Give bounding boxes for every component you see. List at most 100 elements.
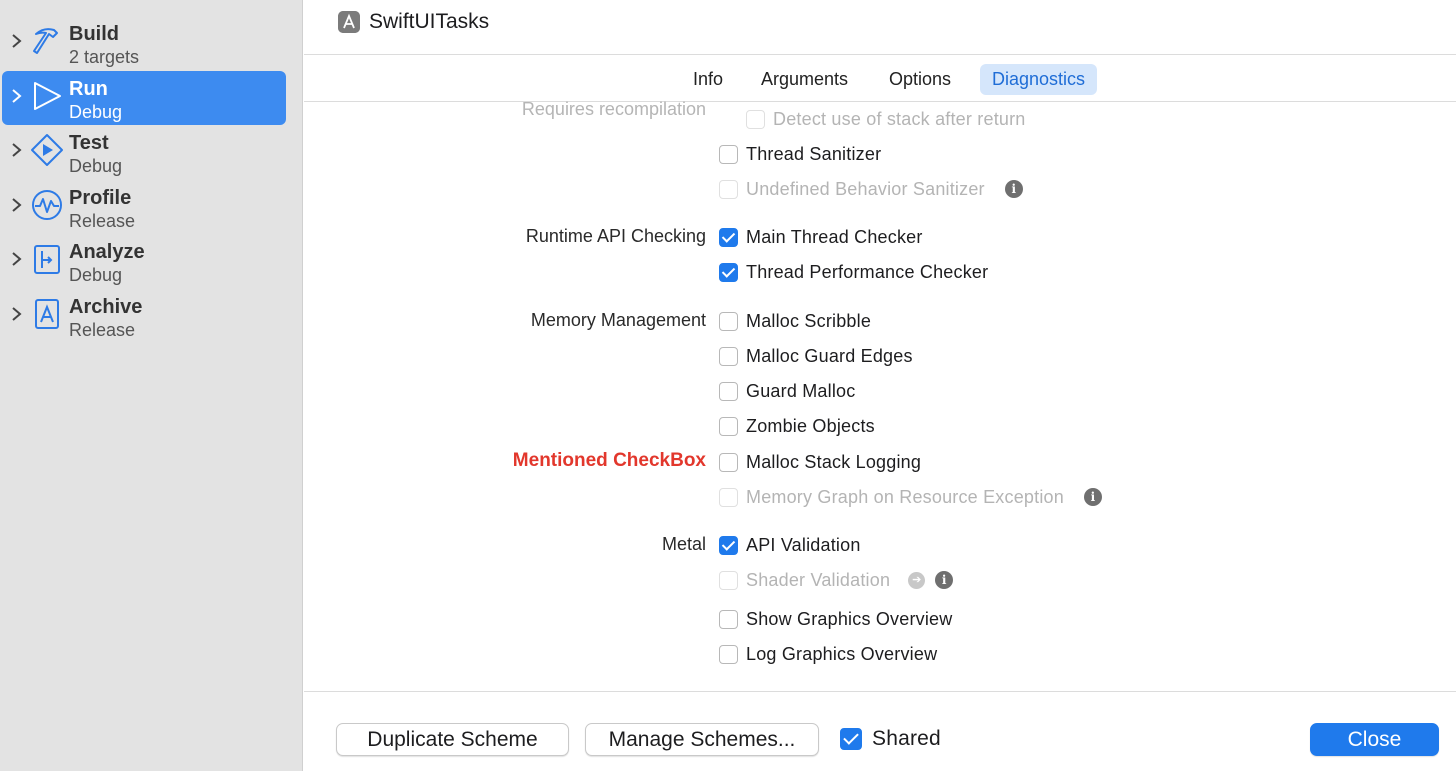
play-outline-icon xyxy=(34,82,61,110)
undefined-behavior-sanitizer-checkbox xyxy=(719,179,738,199)
malloc-guard-edges-checkbox[interactable] xyxy=(719,346,738,366)
detect-stack-after-return-row: Detect use of stack after return xyxy=(746,107,1026,131)
runtime-api-checking-label: Runtime API Checking xyxy=(525,226,706,246)
analyze-icon xyxy=(34,245,60,274)
tab-arguments[interactable]: Arguments xyxy=(749,64,860,95)
checkbox-label: Memory Graph on Resource Exception xyxy=(746,486,1064,507)
sidebar-item-title: Archive xyxy=(69,296,143,318)
sidebar-item-test[interactable]: Test Debug xyxy=(2,125,286,179)
waveform-gauge-icon xyxy=(32,190,62,220)
sidebar-item-subtitle: Debug xyxy=(69,265,123,285)
sidebar-item-subtitle: Debug xyxy=(69,156,123,176)
sidebar-item-subtitle: 2 targets xyxy=(69,47,140,67)
undefined-behavior-sanitizer-row: Undefined Behavior Sanitizer i xyxy=(719,177,1023,201)
log-graphics-overview-row[interactable]: Log Graphics Overview xyxy=(719,642,937,666)
guard-malloc-checkbox[interactable] xyxy=(719,381,738,401)
malloc-stack-logging-checkbox[interactable] xyxy=(719,452,738,472)
checkbox-label: Shader Validation xyxy=(746,569,891,590)
detect-stack-after-return-checkbox xyxy=(746,109,765,129)
shader-validation-row: Shader Validation ➔ i xyxy=(719,568,954,592)
info-icon[interactable]: i xyxy=(935,571,954,589)
tab-info[interactable]: Info xyxy=(681,64,735,95)
thread-sanitizer-row[interactable]: Thread Sanitizer xyxy=(719,142,881,166)
sidebar-item-subtitle: Release xyxy=(69,211,136,231)
tab-bar: Info Arguments Options Diagnostics xyxy=(304,56,1456,102)
api-validation-row[interactable]: API Validation xyxy=(719,533,861,557)
memory-management-label: Memory Management xyxy=(530,310,706,330)
chevron-right-icon[interactable] xyxy=(10,85,24,107)
scheme-actions-sidebar: Build 2 targets Run Debug Test Debug Pro… xyxy=(0,0,303,771)
sidebar-item-run[interactable]: Run Debug xyxy=(2,71,286,125)
info-icon[interactable]: i xyxy=(1083,488,1102,506)
scheme-header: SwiftUITasks xyxy=(304,0,1456,55)
dialog-footer: Duplicate Scheme Manage Schemes... Share… xyxy=(304,691,1456,771)
zombie-objects-row[interactable]: Zombie Objects xyxy=(719,414,875,438)
show-graphics-overview-row[interactable]: Show Graphics Overview xyxy=(719,607,952,631)
chevron-right-icon[interactable] xyxy=(10,248,24,270)
shared-label: Shared xyxy=(872,727,941,750)
sidebar-item-archive[interactable]: Archive Release xyxy=(2,289,286,343)
app-target-icon xyxy=(338,11,360,33)
archive-app-icon xyxy=(35,299,59,329)
manage-schemes-button[interactable]: Manage Schemes... xyxy=(585,723,819,756)
hammer-icon xyxy=(33,28,58,54)
checkbox-label: Malloc Stack Logging xyxy=(746,451,922,472)
log-graphics-overview-checkbox[interactable] xyxy=(719,644,738,664)
malloc-stack-logging-row[interactable]: Malloc Stack Logging xyxy=(719,450,921,474)
test-diamond-icon xyxy=(31,134,63,166)
sidebar-item-title: Run xyxy=(69,78,108,100)
memory-graph-resource-exception-checkbox xyxy=(719,487,738,507)
checkbox-label: Main Thread Checker xyxy=(746,226,923,247)
mentioned-checkbox-annotation: Mentioned CheckBox xyxy=(512,450,706,471)
thread-sanitizer-checkbox[interactable] xyxy=(719,144,738,164)
sidebar-item-title: Build xyxy=(69,23,119,45)
checkbox-label: API Validation xyxy=(746,534,861,555)
shader-validation-checkbox xyxy=(719,570,738,590)
tab-diagnostics[interactable]: Diagnostics xyxy=(980,64,1098,95)
checkbox-label: Malloc Guard Edges xyxy=(746,345,913,366)
guard-malloc-row[interactable]: Guard Malloc xyxy=(719,379,855,403)
main-thread-checker-checkbox[interactable] xyxy=(719,227,738,247)
sidebar-item-title: Test xyxy=(69,132,109,154)
sidebar-item-title: Analyze xyxy=(69,241,145,263)
zombie-objects-checkbox[interactable] xyxy=(719,416,738,436)
arrow-right-circle-icon[interactable]: ➔ xyxy=(908,571,926,589)
sidebar-item-build[interactable]: Build 2 targets xyxy=(2,16,286,70)
memory-graph-resource-exception-row: Memory Graph on Resource Exception i xyxy=(719,485,1102,509)
malloc-scribble-row[interactable]: Malloc Scribble xyxy=(719,309,871,333)
sidebar-item-subtitle: Release xyxy=(69,320,136,340)
checkbox-label: Malloc Scribble xyxy=(746,310,872,331)
sidebar-item-subtitle: Debug xyxy=(69,102,123,122)
main-thread-checker-row[interactable]: Main Thread Checker xyxy=(719,225,923,249)
info-icon[interactable]: i xyxy=(1004,180,1023,198)
checkbox-label: Thread Performance Checker xyxy=(746,261,989,282)
tab-options[interactable]: Options xyxy=(877,64,963,95)
chevron-right-icon[interactable] xyxy=(10,139,24,161)
malloc-scribble-checkbox[interactable] xyxy=(719,311,738,331)
sidebar-item-analyze[interactable]: Analyze Debug xyxy=(2,234,286,288)
checkbox-label: Log Graphics Overview xyxy=(746,643,938,664)
api-validation-checkbox[interactable] xyxy=(719,535,738,555)
shared-checkbox[interactable] xyxy=(840,728,862,750)
duplicate-scheme-button[interactable]: Duplicate Scheme xyxy=(336,723,569,756)
checkbox-label: Detect use of stack after return xyxy=(773,108,1026,129)
sidebar-item-title: Profile xyxy=(69,187,132,209)
malloc-guard-edges-row[interactable]: Malloc Guard Edges xyxy=(719,344,913,368)
app-name: SwiftUITasks xyxy=(369,10,490,33)
metal-label: Metal xyxy=(661,534,706,554)
sidebar-item-profile[interactable]: Profile Release xyxy=(2,180,286,234)
close-button[interactable]: Close xyxy=(1310,723,1439,756)
chevron-right-icon[interactable] xyxy=(10,194,24,216)
checkbox-label: Show Graphics Overview xyxy=(746,608,953,629)
requires-recompilation-label: Requires recompilation xyxy=(521,99,706,119)
checkbox-label: Guard Malloc xyxy=(746,380,856,401)
thread-performance-checker-checkbox[interactable] xyxy=(719,262,738,282)
chevron-right-icon[interactable] xyxy=(10,303,24,325)
checkbox-label: Thread Sanitizer xyxy=(746,143,882,164)
show-graphics-overview-checkbox[interactable] xyxy=(719,609,738,629)
shared-toggle[interactable]: Shared xyxy=(840,727,941,751)
checkbox-label: Undefined Behavior Sanitizer xyxy=(746,178,985,199)
chevron-right-icon[interactable] xyxy=(10,30,24,52)
checkbox-label: Zombie Objects xyxy=(746,415,875,436)
thread-performance-checker-row[interactable]: Thread Performance Checker xyxy=(719,260,988,284)
